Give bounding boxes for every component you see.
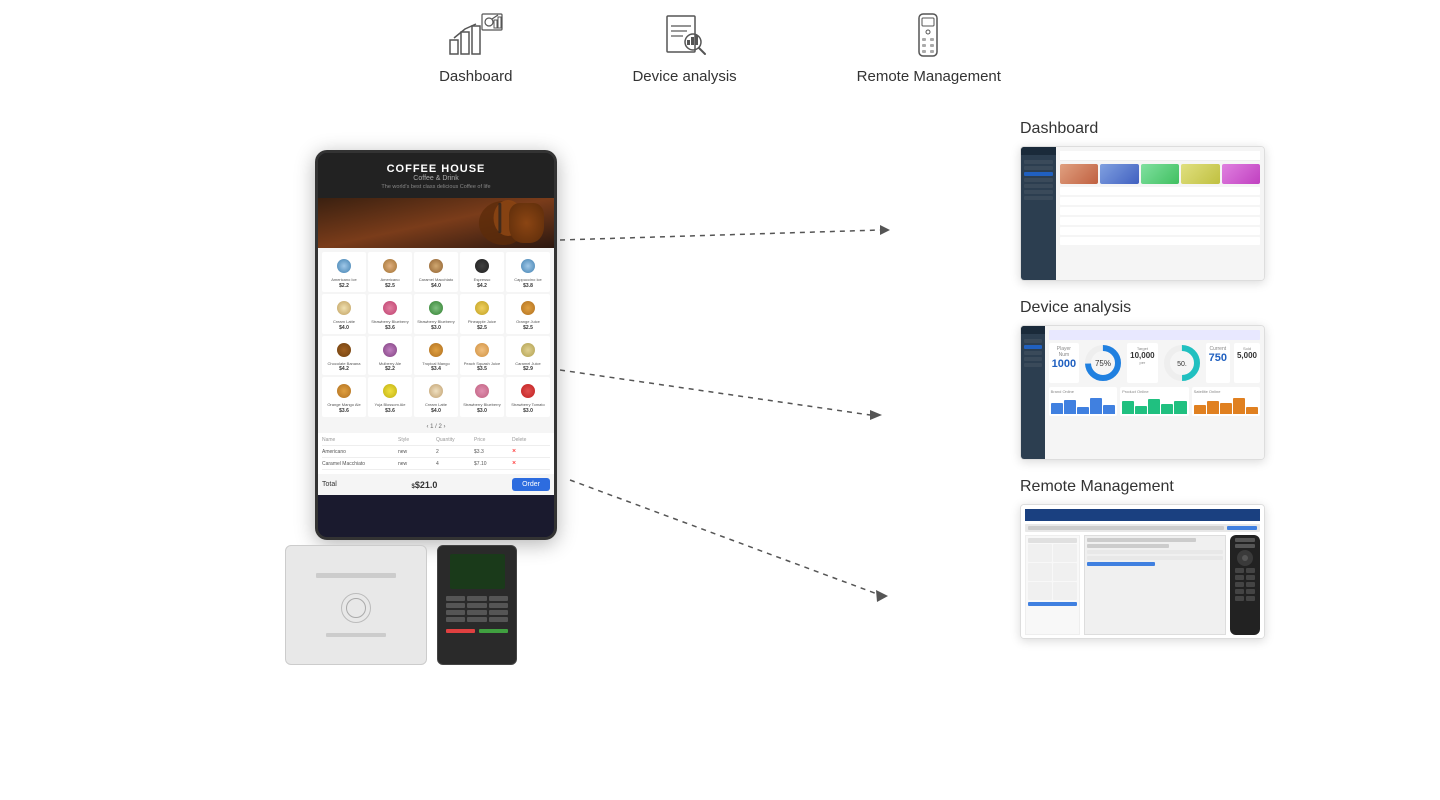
- menu-item[interactable]: Cream Latte $4.0: [322, 294, 366, 334]
- remote-management-screenshot: [1020, 504, 1265, 639]
- top-navigation: Dashboard Device analysis: [0, 0, 1440, 85]
- svg-text:50.: 50.: [1177, 361, 1187, 368]
- dash-sidebar: [1021, 147, 1056, 280]
- device-analysis-icon: [655, 10, 715, 60]
- kiosk-screen: COFFEE HOUSE Coffee & Drink The world's …: [315, 150, 557, 540]
- remote-management-panel: Remote Management: [1020, 478, 1280, 639]
- coffee-subtitle: Coffee & Drink: [330, 175, 542, 182]
- device-analysis-panel-title: Device analysis: [1020, 299, 1280, 317]
- menu-item[interactable]: Mulberry Ale $2.2: [368, 336, 412, 376]
- order-footer: Total $$21.0 Order: [318, 474, 554, 495]
- nav-item-dashboard[interactable]: Dashboard: [439, 10, 512, 85]
- payment-terminal: [437, 545, 517, 665]
- order-table-header: NameStyleQuantityPriceDelete: [322, 437, 550, 446]
- menu-item[interactable]: Americano $2.5: [368, 252, 412, 292]
- order-row[interactable]: Americanonew2$3.3 ×: [322, 446, 550, 458]
- menu-item[interactable]: Caramel Juice $2.9: [506, 336, 550, 376]
- menu-item[interactable]: Espresso $4.2: [460, 252, 504, 292]
- kiosk-base: [285, 545, 585, 665]
- nav-label-remote-management: Remote Management: [857, 68, 1001, 85]
- menu-grid: Americano Ice $2.2 Americano $2.5 Carame…: [318, 248, 554, 421]
- coffee-brand: COFFEE HOUSE: [330, 163, 542, 175]
- menu-item[interactable]: Strawberry Blueberry $3.0: [460, 377, 504, 417]
- menu-item[interactable]: Strawberry Blueberry $3.6: [368, 294, 412, 334]
- menu-item[interactable]: Strawberry Blueberry $3.0: [414, 294, 458, 334]
- kiosk-device: COFFEE HOUSE Coffee & Drink The world's …: [285, 150, 585, 540]
- menu-item[interactable]: Yuja Blossom Ale $3.6: [368, 377, 412, 417]
- dashboard-icon: [446, 10, 506, 60]
- device-analysis-screenshot: Player Num 1000 75%: [1020, 325, 1265, 460]
- coffee-hero-image: [318, 198, 554, 248]
- dashboard-panel-title: Dashboard: [1020, 120, 1280, 138]
- svg-text:75%: 75%: [1095, 359, 1111, 368]
- menu-item[interactable]: Pineapple Juice $2.5: [460, 294, 504, 334]
- device-analysis-panel: Device analysis: [1020, 299, 1280, 460]
- menu-item[interactable]: Peach Squash Juice $3.5: [460, 336, 504, 376]
- remote-management-panel-title: Remote Management: [1020, 478, 1280, 496]
- menu-item[interactable]: Cream Latte $4.0: [414, 377, 458, 417]
- menu-item[interactable]: Tropical Mango $3.4: [414, 336, 458, 376]
- coffee-header: COFFEE HOUSE Coffee & Drink The world's …: [318, 153, 554, 198]
- total-amount: $$21.0: [412, 480, 438, 490]
- nav-item-remote-management[interactable]: Remote Management: [857, 10, 1001, 85]
- coffee-description: The world's best class delicious Coffee …: [330, 184, 542, 190]
- order-button[interactable]: Order: [512, 478, 550, 491]
- nav-item-device-analysis[interactable]: Device analysis: [632, 10, 736, 85]
- right-panels: Dashboard: [1020, 120, 1280, 639]
- menu-item[interactable]: Americano Ice $2.2: [322, 252, 366, 292]
- dashboard-screenshot: [1020, 146, 1265, 281]
- pagination[interactable]: ‹ 1 / 2 ›: [318, 421, 554, 433]
- menu-item[interactable]: Orange Juice $2.5: [506, 294, 550, 334]
- menu-item[interactable]: Strawberry Tomato $3.0: [506, 377, 550, 417]
- menu-item[interactable]: Orange Mango Ale $3.6: [322, 377, 366, 417]
- total-label: Total: [322, 481, 337, 488]
- dashboard-panel: Dashboard: [1020, 120, 1280, 281]
- menu-item[interactable]: Cappuccino Ice $3.8: [506, 252, 550, 292]
- nav-label-device-analysis: Device analysis: [632, 68, 736, 85]
- remote-management-icon: [899, 10, 959, 60]
- nav-label-dashboard: Dashboard: [439, 68, 512, 85]
- menu-item[interactable]: Chocolate Banana $4.2: [322, 336, 366, 376]
- kiosk-base-unit: [285, 545, 427, 665]
- menu-item[interactable]: Caramel Macchiato $4.0: [414, 252, 458, 292]
- main-content: COFFEE HOUSE Coffee & Drink The world's …: [0, 120, 1440, 800]
- order-table: NameStyleQuantityPriceDelete Americanone…: [318, 433, 554, 474]
- order-row[interactable]: Caramel Macchiatonew4$7.10 ×: [322, 458, 550, 470]
